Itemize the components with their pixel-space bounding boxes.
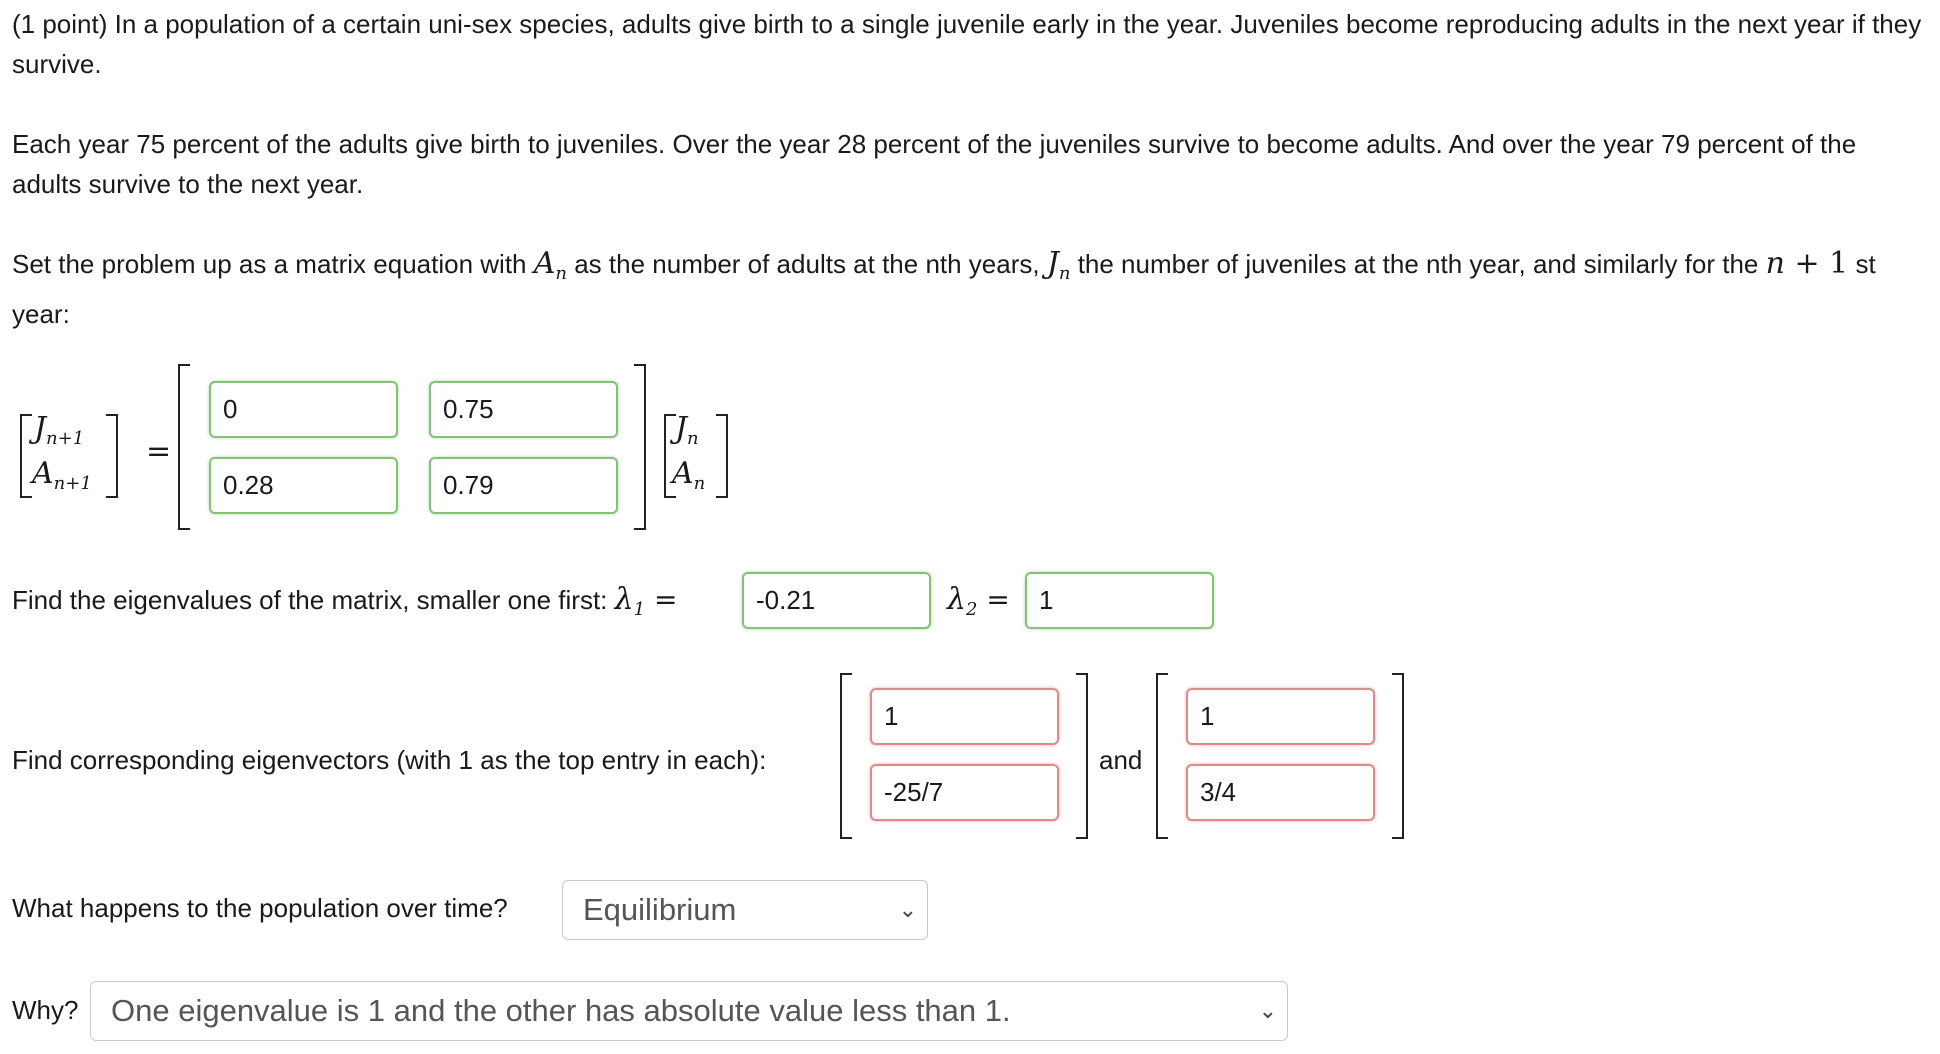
matrix-cell-11-input[interactable]: 0 [209,381,398,438]
population-select-value: Equilibrium [583,892,737,927]
matrix-cell-12-input[interactable]: 0.75 [429,381,618,438]
why-prompt: Why? [12,995,79,1025]
population-prompt: What happens to the population over time… [12,893,508,923]
lambda1-input[interactable]: -0.21 [742,572,931,629]
setup-var-A: A [533,246,556,281]
lambda2-label: λ2 = [947,582,1010,620]
rhs-bottom-entry: An [672,456,706,494]
rhs-top-entry: Jn [675,411,699,449]
matrix-cell-21-input[interactable]: 0.28 [209,457,398,514]
and-label: and [1099,745,1143,775]
matrix-cell-22-input[interactable]: 0.79 [429,457,618,514]
vec2-bottom-input[interactable]: 3/4 [1186,764,1375,821]
rhs-right-bracket [716,414,728,498]
vec2-right-bracket [1392,673,1404,839]
setup-sub-n2: n [1058,263,1071,284]
lhs-top-entry: Jn+1 [34,411,85,449]
population-select[interactable]: Equilibrium ⌄ [562,880,928,940]
chevron-down-icon: ⌄ [898,897,917,922]
why-select-value: One eigenvalue is 1 and the other has ab… [111,993,1011,1028]
lhs-bottom-entry: An+1 [32,456,92,494]
eigenvalues-prompt: Find the eigenvalues of the matrix, smal… [12,582,678,620]
vec2-top-input[interactable]: 1 [1186,688,1375,745]
vec1-top-input[interactable]: 1 [870,688,1059,745]
vec2-left-bracket [1156,673,1168,839]
matrix-right-bracket [634,364,646,530]
matrix-left-bracket [178,364,190,530]
lhs-left-bracket [20,414,32,498]
vec1-right-bracket [1076,673,1088,839]
setup-text-a: Set the problem up as a matrix equation … [12,249,534,279]
setup-var-J: J [1046,246,1059,281]
equals-sign: = [146,434,172,469]
setup-text-c: the number of juveniles at the nth year,… [1070,249,1766,279]
why-select[interactable]: One eigenvalue is 1 and the other has ab… [90,981,1288,1041]
lambda2-input[interactable]: 1 [1025,572,1214,629]
setup-plus-one: + 1 [1784,246,1849,281]
lhs-right-bracket [106,414,118,498]
problem-setup: Set the problem up as a matrix equation … [12,244,1927,334]
problem-intro: (1 point) In a population of a certain u… [12,9,1922,79]
vec1-left-bracket [840,673,852,839]
setup-text-b: as the number of adults at the nth years… [567,249,1047,279]
problem-rates: Each year 75 percent of the adults give … [12,129,1857,199]
vec1-bottom-input[interactable]: -25/7 [870,764,1059,821]
chevron-down-icon: ⌄ [1258,998,1277,1023]
setup-var-n: n [1765,246,1785,281]
setup-sub-n: n [555,263,567,284]
eigenvectors-prompt: Find corresponding eigenvectors (with 1 … [12,745,767,775]
